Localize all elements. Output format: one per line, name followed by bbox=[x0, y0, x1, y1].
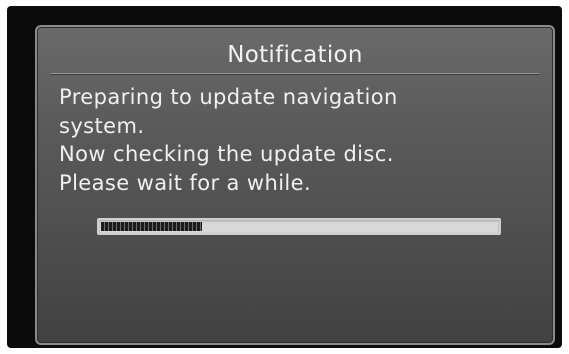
message-line: Now checking the update disc. bbox=[59, 142, 394, 166]
notification-dialog: Notification Preparing to update navigat… bbox=[35, 25, 555, 345]
progress-fill bbox=[101, 222, 202, 231]
title-divider bbox=[51, 73, 539, 75]
message-line: Please wait for a while. bbox=[59, 170, 312, 195]
dialog-title: Notification bbox=[227, 42, 363, 68]
message-line: system. bbox=[59, 113, 145, 138]
dialog-message: Preparing to update navigation system. N… bbox=[59, 83, 539, 197]
message-line: Preparing to update navigation bbox=[59, 85, 398, 109]
update-progress-bar bbox=[97, 218, 501, 235]
display-bezel: Notification Preparing to update navigat… bbox=[7, 6, 562, 348]
